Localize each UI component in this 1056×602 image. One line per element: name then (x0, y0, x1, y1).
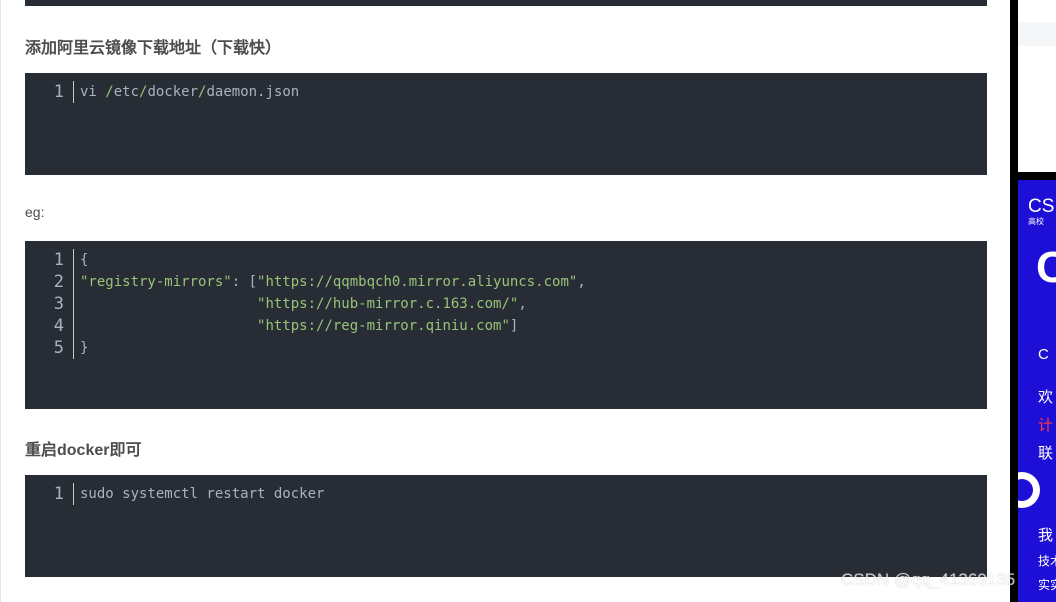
sidebar-divider (1010, 0, 1018, 602)
line-number-gutter: 1 2 3 4 5 (49, 249, 74, 359)
article-content: 添加阿里云镜像下载地址（下载快） 1 vi /etc/docker/daemon… (0, 0, 1010, 602)
ad-circle-icon (1018, 472, 1040, 508)
code-token-punctuation: , (518, 296, 527, 312)
code-line: sudo systemctl restart docker (80, 486, 325, 502)
heading-restart-docker: 重启docker即可 (25, 442, 142, 459)
code-token-brace: } (80, 340, 89, 356)
code-line: vi /etc/docker/daemon.json (80, 81, 299, 103)
code-token-string: "https://qqmbqch0.mirror.aliyuncs.com" (257, 274, 578, 290)
code-token-key: "registry-mirrors" (80, 274, 232, 290)
ad-text: 实实 (1038, 578, 1056, 592)
ad-text: 欢 (1038, 389, 1054, 406)
previous-code-block (25, 0, 987, 6)
ad-big-letter: C (1036, 243, 1056, 292)
code-token-punctuation: ] (509, 318, 519, 334)
code-token-string: "https://reg-mirror.qiniu.com" (257, 318, 510, 334)
ad-text: 计 (1038, 417, 1054, 434)
code-token-slash: / (105, 84, 114, 100)
ad-text: 技术 (1038, 554, 1056, 568)
ad-subtitle: 高校 (1028, 217, 1044, 226)
article-left-border (0, 0, 1, 602)
code-line: "registry-mirrors": ["https://qqmbqch0.m… (80, 271, 586, 293)
code-token-path: etc (113, 84, 140, 100)
code-token-command: vi (80, 84, 106, 100)
ad-text: 我 (1038, 527, 1054, 544)
ad-top-border (1018, 172, 1056, 180)
ad-text: C (1038, 346, 1049, 363)
code-block-daemon-json[interactable]: 1 2 3 4 5 { "registry-mirrors": ["https:… (25, 241, 987, 409)
line-number: 4 (53, 316, 64, 336)
code-token-brace: { (80, 252, 89, 268)
code-line: "https://reg-mirror.qiniu.com"] (80, 315, 586, 337)
code-token-punctuation: , (577, 274, 586, 290)
code-token-indent (80, 296, 257, 312)
code-token-punctuation: : [ (231, 274, 258, 290)
code-token-path: docker (147, 84, 199, 100)
code-line: { (80, 249, 586, 271)
example-label: eg: (25, 204, 45, 220)
code-line: "https://hub-mirror.c.163.com/", (80, 293, 586, 315)
sidebar-card-bar (1018, 22, 1056, 46)
line-number: 1 (53, 484, 64, 504)
heading-aliyun-mirror: 添加阿里云镜像下载地址（下载快） (25, 40, 282, 57)
code-block-restart[interactable]: 1 sudo systemctl restart docker (25, 475, 987, 577)
code-token-string: "https://hub-mirror.c.163.com/" (257, 296, 519, 312)
ad-brand: CS (1028, 196, 1055, 217)
line-number: 5 (53, 338, 64, 358)
ad-text: 联 (1038, 445, 1054, 462)
line-number: 1 (53, 250, 64, 270)
code-block-edit-daemon[interactable]: 1 vi /etc/docker/daemon.json (25, 73, 987, 175)
line-number: 1 (53, 82, 64, 102)
line-number: 3 (53, 294, 64, 314)
csdn-watermark: CSDN @qq_41369135 (841, 570, 1016, 589)
line-number: 2 (53, 272, 64, 292)
code-token-indent (80, 318, 257, 334)
line-number-gutter: 1 (49, 483, 74, 505)
sidebar-ad-banner[interactable]: CS 高校 C C 欢 计 联 我 技术 实实 (1018, 180, 1056, 602)
code-token-filename: daemon.json (206, 84, 300, 100)
line-number-gutter: 1 (49, 81, 74, 103)
code-line: } (80, 337, 586, 359)
